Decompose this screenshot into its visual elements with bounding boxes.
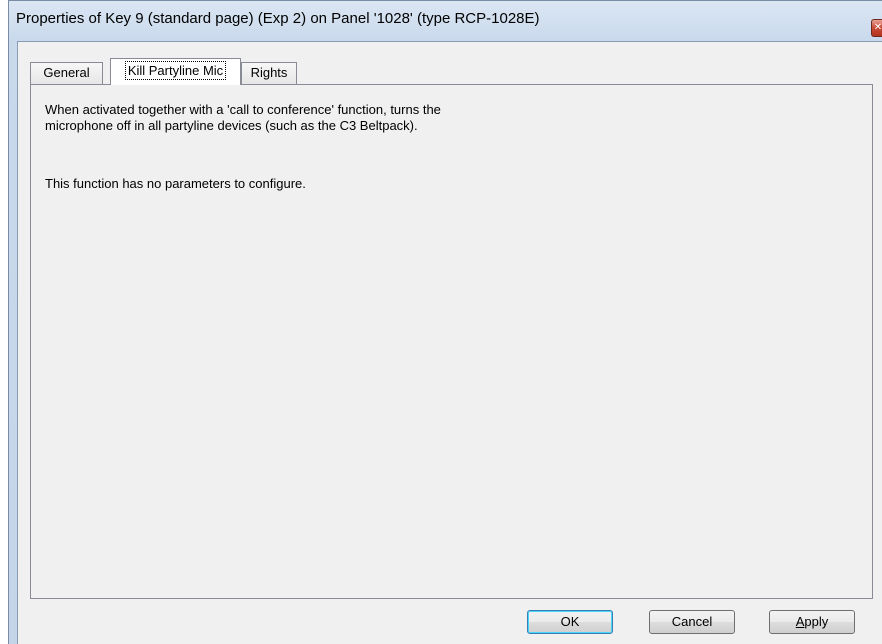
ok-button[interactable]: OK	[527, 610, 613, 634]
tab-general-label: General	[43, 65, 90, 80]
tab-panel: When activated together with a 'call to …	[30, 84, 873, 599]
cancel-button-label: Cancel	[671, 614, 713, 629]
tab-rights[interactable]: Rights	[241, 62, 297, 84]
cancel-button[interactable]: Cancel	[649, 610, 735, 634]
tab-kill-partyline-mic-label: Kill Partyline Mic	[124, 61, 227, 80]
ok-button-label: OK	[560, 614, 580, 629]
no-parameters-text: This function has no parameters to confi…	[45, 176, 306, 191]
dialog-client-area: General Kill Partyline Mic Rights When a…	[17, 41, 882, 644]
close-icon: ✕	[873, 22, 882, 33]
title-bar[interactable]: Properties of Key 9 (standard page) (Exp…	[9, 1, 882, 41]
window-title: Properties of Key 9 (standard page) (Exp…	[16, 10, 540, 27]
tab-general[interactable]: General	[30, 62, 103, 84]
tab-kill-partyline-mic[interactable]: Kill Partyline Mic	[110, 58, 241, 85]
close-button[interactable]: ✕	[871, 19, 882, 37]
tab-rights-label: Rights	[250, 65, 288, 80]
apply-button[interactable]: Apply	[769, 610, 855, 634]
apply-button-label: pply	[804, 614, 829, 629]
function-description: When activated together with a 'call to …	[45, 102, 605, 134]
description-line-2: microphone off in all partyline devices …	[45, 118, 418, 133]
description-line-1: When activated together with a 'call to …	[45, 102, 441, 117]
dialog-window: Properties of Key 9 (standard page) (Exp…	[8, 0, 882, 644]
